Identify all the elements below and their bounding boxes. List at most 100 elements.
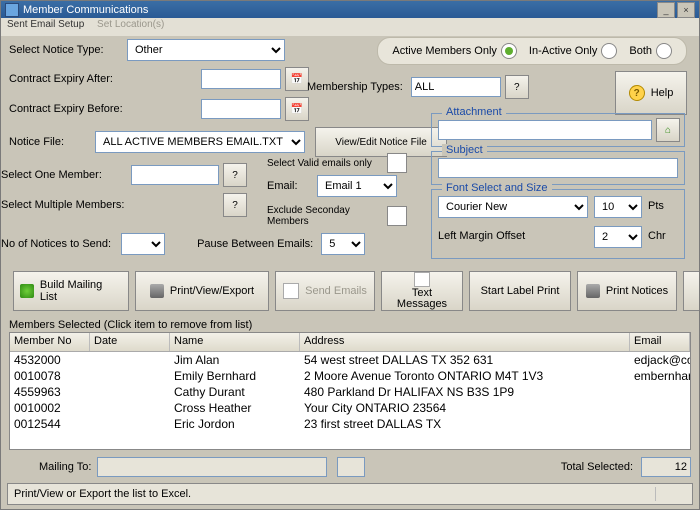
table-row[interactable]: 4559963Cathy Durant480 Parkland Dr HALIF… xyxy=(10,384,690,400)
col-date[interactable]: Date xyxy=(90,333,170,351)
status-bar: Print/View or Export the list to Excel. xyxy=(7,483,693,505)
attachment-input[interactable] xyxy=(438,120,652,140)
exclude-secondary-label: Exclude Seconday Members xyxy=(267,205,387,227)
select-one-label: Select One Member: xyxy=(1,169,127,181)
col-address[interactable]: Address xyxy=(300,333,630,351)
email-select[interactable]: Email 1 xyxy=(317,175,397,197)
mailing-to-input[interactable] xyxy=(97,457,327,477)
print-view-export-button[interactable]: Print/View/Export xyxy=(135,271,269,311)
bottom-row: Mailing To: Total Selected: xyxy=(9,455,691,479)
members-list-title: Members Selected (Click item to remove f… xyxy=(9,319,691,331)
font-select[interactable]: Courier New xyxy=(438,196,588,218)
members-grid: Member No Date Name Address Email 453200… xyxy=(9,332,691,450)
select-multiple-help-button[interactable]: ? xyxy=(223,193,247,217)
table-row[interactable]: 4532000Jim Alan54 west street DALLAS TX … xyxy=(10,352,690,368)
contract-before-date-button[interactable]: 📅 xyxy=(285,97,309,121)
total-selected-label: Total Selected: xyxy=(561,461,633,473)
status-text: Print/View or Export the list to Excel. xyxy=(14,488,191,500)
grid-header: Member No Date Name Address Email xyxy=(10,333,690,352)
no-notices-select[interactable] xyxy=(121,233,165,255)
contract-after-date-button[interactable]: 📅 xyxy=(285,67,309,91)
mailing-to-extra-input[interactable] xyxy=(337,457,365,477)
attachment-browse-button[interactable]: ⌂ xyxy=(656,118,680,142)
radio-icon xyxy=(601,43,617,59)
build-mailing-list-button[interactable]: Build Mailing List xyxy=(13,271,129,311)
print-notices-button[interactable]: Print Notices xyxy=(577,271,677,311)
subject-legend: Subject xyxy=(442,144,487,156)
membership-types-input[interactable] xyxy=(411,77,501,97)
col-member-no[interactable]: Member No xyxy=(10,333,90,351)
select-one-input[interactable] xyxy=(131,165,219,185)
contract-after-input[interactable] xyxy=(201,69,281,89)
notice-type-label: Select Notice Type: xyxy=(9,44,123,56)
start-label-print-button[interactable]: Start Label Print xyxy=(469,271,571,311)
select-one-help-button[interactable]: ? xyxy=(223,163,247,187)
radio-active[interactable]: Active Members Only xyxy=(392,43,517,59)
table-row[interactable]: 0012544Eric Jordon23 first street DALLAS… xyxy=(10,416,690,432)
members-list: Members Selected (Click item to remove f… xyxy=(9,319,691,471)
radio-icon xyxy=(501,43,517,59)
radio-inactive[interactable]: In-Active Only xyxy=(529,43,617,59)
mailing-to-label: Mailing To: xyxy=(39,461,91,473)
font-legend: Font Select and Size xyxy=(442,182,552,194)
membership-types-label: Membership Types: xyxy=(307,81,403,93)
pts-label: Pts xyxy=(648,200,664,212)
radio-icon xyxy=(656,43,672,59)
help-icon: ? xyxy=(629,85,645,101)
calendar-icon: 📅 xyxy=(291,74,303,85)
font-fieldset: Font Select and Size Courier New 10 Pts … xyxy=(431,189,685,259)
app-icon xyxy=(5,3,19,17)
notice-type-select[interactable]: Other xyxy=(127,39,285,61)
menu-sent-email-setup[interactable]: Sent Email Setup xyxy=(7,19,84,30)
printer-icon xyxy=(586,284,600,298)
no-notices-label: No of Notices to Send: xyxy=(1,238,111,250)
table-row[interactable]: 0010078Emily Bernhard2 Moore Avenue Toro… xyxy=(10,368,690,384)
font-size-select[interactable]: 10 xyxy=(594,196,642,218)
text-messages-button[interactable]: Text Messages xyxy=(381,271,463,311)
exit-button[interactable]: Exit xyxy=(683,271,700,311)
select-valid-label: Select Valid emails only xyxy=(267,158,387,169)
minimize-button[interactable]: _ xyxy=(657,2,675,18)
subject-input[interactable] xyxy=(438,158,678,178)
exclude-secondary-checkbox[interactable] xyxy=(387,206,407,226)
mail-icon xyxy=(283,283,299,299)
membership-types-help-button[interactable]: ? xyxy=(505,75,529,99)
folder-icon: ⌂ xyxy=(665,125,671,136)
status-segment xyxy=(655,487,686,501)
close-button[interactable]: × xyxy=(677,2,695,18)
member-filter-radios: Active Members Only In-Active Only Both xyxy=(377,37,687,65)
grid-body[interactable]: 4532000Jim Alan54 west street DALLAS TX … xyxy=(10,352,690,448)
window-title: Member Communications xyxy=(23,4,148,16)
window: Member Communications _ × Sent Email Set… xyxy=(0,0,700,510)
menu-set-locations: Set Location(s) xyxy=(97,19,164,30)
total-selected-value xyxy=(641,457,691,477)
margin-select[interactable]: 2 xyxy=(594,226,642,248)
action-toolbar: Build Mailing List Print/View/Export Sen… xyxy=(13,271,687,311)
printer-icon xyxy=(150,284,164,298)
message-icon xyxy=(414,272,430,287)
contract-after-label: Contract Expiry After: xyxy=(9,73,139,85)
plus-icon xyxy=(20,284,34,298)
help-button[interactable]: ? Help xyxy=(615,71,687,115)
radio-both[interactable]: Both xyxy=(629,43,672,59)
menubar: Sent Email Setup Set Location(s) xyxy=(1,18,699,36)
select-multiple-label: Select Multiple Members: xyxy=(1,199,137,211)
attachment-fieldset: Attachment ⌂ xyxy=(431,113,685,147)
calendar-icon: 📅 xyxy=(291,104,303,115)
attachment-legend: Attachment xyxy=(442,106,506,118)
pause-label: Pause Between Emails: xyxy=(197,238,313,250)
contract-before-input[interactable] xyxy=(201,99,281,119)
select-valid-checkbox[interactable] xyxy=(387,153,407,173)
contract-before-label: Contract Expiry Before: xyxy=(9,103,139,115)
table-row[interactable]: 0010002Cross Heather Your City ONTARIO 2… xyxy=(10,400,690,416)
email-label: Email: xyxy=(267,180,317,192)
notice-file-select[interactable]: ALL ACTIVE MEMBERS EMAIL.TXT xyxy=(95,131,305,153)
pause-select[interactable]: 5 xyxy=(321,233,365,255)
chr-label: Chr xyxy=(648,230,666,242)
notice-file-label: Notice File: xyxy=(9,136,89,148)
send-emails-button[interactable]: Send Emails xyxy=(275,271,375,311)
col-email[interactable]: Email xyxy=(630,333,690,351)
col-name[interactable]: Name xyxy=(170,333,300,351)
titlebar: Member Communications _ × xyxy=(1,1,699,18)
subject-fieldset: Subject xyxy=(431,151,685,185)
